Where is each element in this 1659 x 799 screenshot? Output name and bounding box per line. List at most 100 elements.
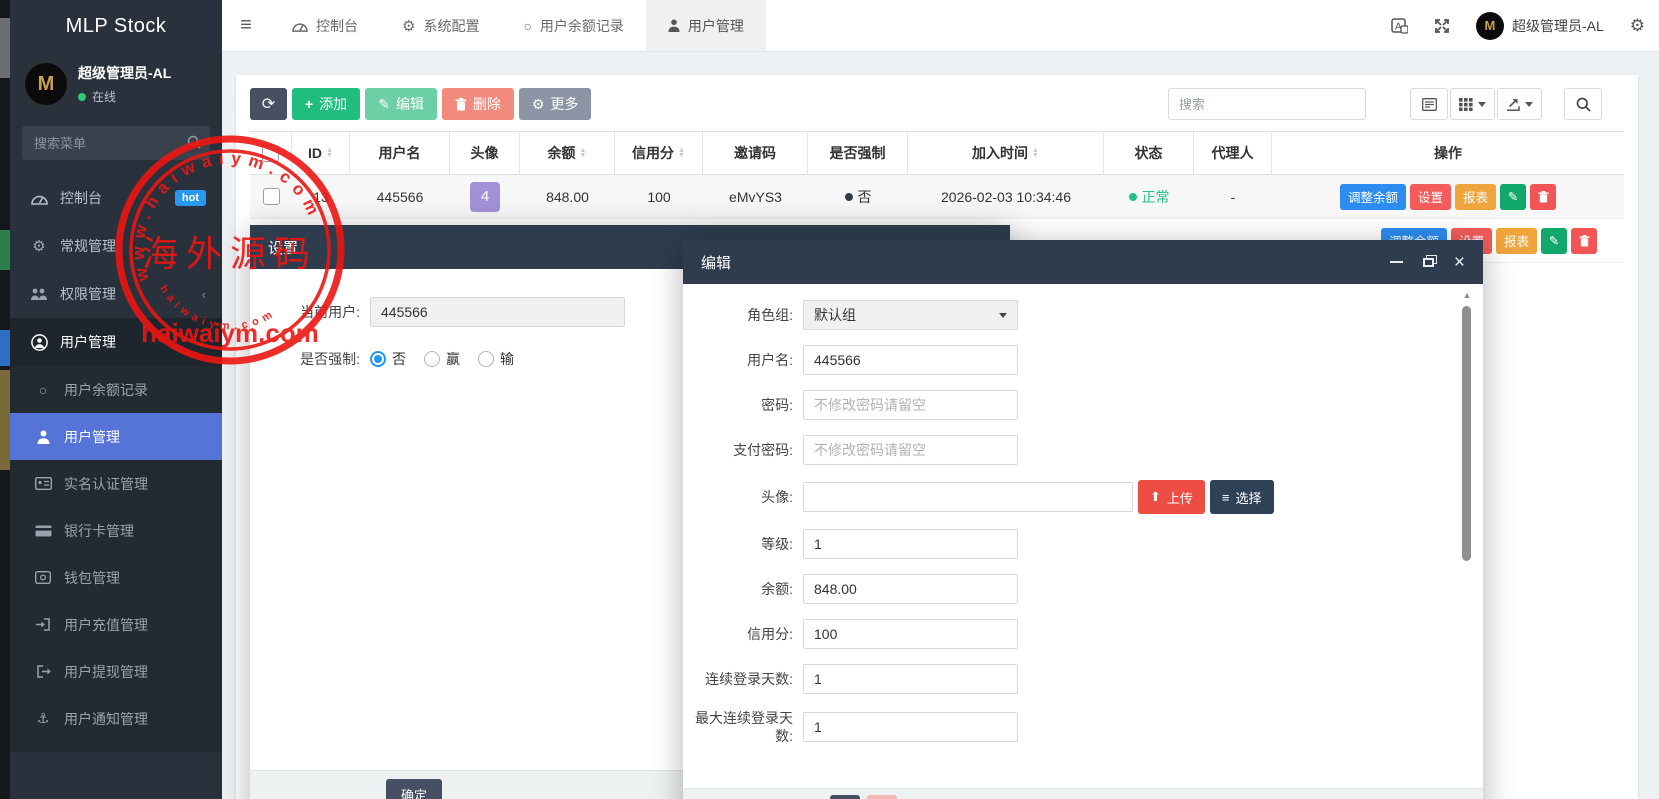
chevron-down-icon: ⌄ [195, 334, 206, 350]
username-field[interactable] [803, 345, 1018, 375]
detail-icon [1422, 98, 1437, 111]
col-join-time[interactable]: 加入时间▲▼ [908, 132, 1104, 174]
gear-icon: ⚙ [532, 96, 545, 113]
sort-icons[interactable]: ▲▼ [1032, 148, 1039, 158]
avatar-field[interactable] [803, 482, 1133, 512]
col-id[interactable]: ID▲▼ [292, 132, 350, 174]
sort-icons[interactable]: ▲▼ [580, 148, 587, 158]
submenu-item-bankcard[interactable]: 银行卡管理 [10, 507, 222, 554]
maximize-icon[interactable] [1423, 258, 1434, 267]
sort-icons[interactable]: ▲▼ [678, 148, 685, 158]
sidebar-item-dashboard[interactable]: 控制台 hot [10, 174, 222, 222]
tab-balance-log[interactable]: ○ 用户余额记录 [501, 0, 645, 51]
adjust-balance-button[interactable]: 调整余额 [1340, 184, 1406, 210]
edit-button[interactable]: ✎编辑 [365, 88, 437, 120]
cell-username: 445566 [350, 175, 450, 218]
choose-button[interactable]: ≡选择 [1210, 480, 1274, 514]
level-field[interactable] [803, 529, 1018, 559]
export-icon [1506, 98, 1520, 111]
more-button[interactable]: ⚙更多 [519, 88, 592, 120]
radio-no[interactable]: 否 [370, 349, 406, 369]
table-toolbar: ⟳ +添加 ✎编辑 删除 ⚙更多 [250, 88, 591, 120]
select-all-header[interactable] [250, 132, 292, 174]
add-button[interactable]: +添加 [292, 88, 360, 120]
password-field[interactable] [803, 390, 1018, 420]
edit-modal-header[interactable]: 编辑 × [683, 240, 1483, 284]
navbar-user[interactable]: M 超级管理员-AL [1476, 12, 1604, 40]
reset-button[interactable] [867, 795, 897, 799]
credit-field[interactable] [803, 619, 1018, 649]
sidebar-item-usermgmt[interactable]: 用户管理 ⌄ [10, 318, 222, 366]
settings-button[interactable]: 设置 [1410, 184, 1451, 210]
submenu-item-withdraw[interactable]: 用户提现管理 [10, 648, 222, 695]
status-badge: 正常 [1129, 187, 1170, 207]
menu-search-input[interactable] [22, 126, 210, 160]
refresh-button[interactable]: ⟳ [250, 88, 287, 120]
report-button[interactable]: 报表 [1455, 184, 1496, 210]
close-icon[interactable]: × [1454, 253, 1465, 272]
login-days-field[interactable] [803, 664, 1018, 694]
tab-dashboard[interactable]: 控制台 [270, 0, 380, 51]
sort-icons[interactable]: ▲▼ [326, 148, 333, 158]
table-row: 13 445566 4 848.00 100 eMvYS3 否 2026-02-… [250, 175, 1624, 219]
hamburger-icon[interactable]: ≡ [222, 0, 270, 51]
settings-gear-icon[interactable]: ⚙ [1630, 16, 1645, 36]
trash-icon [455, 98, 467, 111]
col-status[interactable]: 状态 [1104, 132, 1194, 174]
translate-icon[interactable]: A [1391, 18, 1408, 34]
row-delete-button[interactable] [1530, 184, 1556, 210]
password-label: 密码: [683, 396, 803, 414]
checkbox[interactable] [262, 145, 279, 162]
submenu-item-wallet[interactable]: 钱包管理 [10, 554, 222, 601]
sidebar-item-permissions[interactable]: 权限管理 ‹ [10, 270, 222, 318]
chevron-left-icon: ‹ [202, 287, 206, 302]
sidebar-item-general[interactable]: ⚙ 常规管理 [10, 222, 222, 270]
col-credit[interactable]: 信用分▲▼ [615, 132, 703, 174]
pay-password-field[interactable] [803, 435, 1018, 465]
col-balance[interactable]: 余额▲▼ [520, 132, 615, 174]
status-dot [845, 193, 853, 201]
export-button[interactable] [1497, 88, 1542, 120]
submenu-item-notice[interactable]: ⚓ 用户通知管理 [10, 695, 222, 742]
submenu-item-realname[interactable]: 实名认证管理 [10, 460, 222, 507]
search-toggle-button[interactable] [1564, 88, 1602, 120]
col-forced[interactable]: 是否强制 [808, 132, 908, 174]
col-invite[interactable]: 邀请码 [703, 132, 808, 174]
navbar-user-name: 超级管理员-AL [1512, 16, 1604, 36]
submenu-item-user-management[interactable]: 用户管理 [10, 413, 222, 460]
col-username[interactable]: 用户名 [350, 132, 450, 174]
role-select[interactable]: 默认组 [803, 300, 1018, 330]
columns-button[interactable] [1450, 88, 1495, 120]
row-edit-button[interactable]: ✎ [1541, 228, 1567, 254]
sliver-fragment [0, 230, 10, 270]
row-delete-button[interactable] [1571, 228, 1597, 254]
upload-button[interactable]: ⬆上传 [1138, 480, 1205, 514]
submenu-item-recharge[interactable]: 用户充值管理 [10, 601, 222, 648]
checkbox[interactable] [263, 188, 280, 205]
col-agent[interactable]: 代理人 [1194, 132, 1272, 174]
confirm-button[interactable]: 确定 [386, 779, 442, 799]
tab-system-config[interactable]: ⚙ 系统配置 [380, 0, 501, 51]
row-actions: 调整余额 设置 报表 ✎ [1278, 184, 1618, 210]
max-login-days-field[interactable] [803, 712, 1018, 742]
minimize-icon[interactable] [1390, 261, 1403, 263]
radio-win[interactable]: 赢 [424, 349, 460, 369]
tab-user-management[interactable]: 用户管理 [646, 0, 766, 51]
delete-button[interactable]: 删除 [442, 88, 514, 120]
trash-icon [1579, 235, 1590, 247]
scrollbar-thumb[interactable] [1462, 306, 1471, 561]
balance-field[interactable] [803, 574, 1018, 604]
table-search-input[interactable] [1168, 88, 1366, 120]
wallet-icon [34, 571, 52, 584]
confirm-button[interactable] [830, 795, 860, 799]
row-edit-button[interactable]: ✎ [1500, 184, 1526, 210]
report-button[interactable]: 报表 [1496, 228, 1537, 254]
modal-scrollbar[interactable]: ▲ [1462, 290, 1472, 799]
scroll-up-icon[interactable]: ▲ [1462, 290, 1472, 300]
col-avatar[interactable]: 头像 [450, 132, 520, 174]
fullscreen-icon[interactable] [1434, 18, 1450, 34]
edit-modal: 编辑 × 角色组: 默认组 用户名: 密码: 支付密码: 头像: ⬆上传 ≡选择 [683, 240, 1483, 799]
detail-view-button[interactable] [1410, 88, 1448, 120]
submenu-item-balance-log[interactable]: ○ 用户余额记录 [10, 366, 222, 413]
radio-lose[interactable]: 输 [478, 349, 514, 369]
